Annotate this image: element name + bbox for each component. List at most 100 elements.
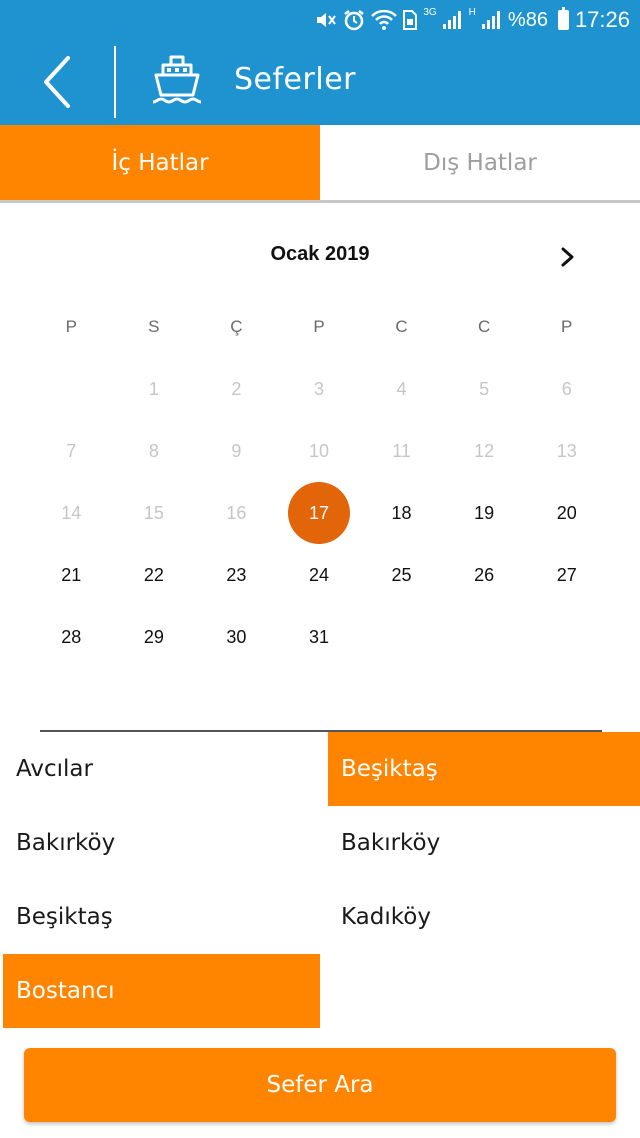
arrival-port-item[interactable]: Beşiktaş (328, 732, 640, 806)
alarm-icon (344, 10, 365, 31)
calendar-day: 1 (113, 358, 196, 420)
weekday-label: P (561, 317, 573, 336)
departure-port-item[interactable]: Avcılar (0, 732, 320, 806)
mute-icon (317, 13, 337, 27)
calendar-day: 15 (113, 482, 196, 544)
calendar-day: 7 (30, 420, 113, 482)
signal-icon (481, 11, 502, 29)
calendar-day-empty (360, 606, 443, 668)
status-icons: 3G H %86 17:26 (315, 7, 630, 33)
signal-icon (442, 11, 463, 29)
arrival-port-list: Beşiktaş Bakırköy Kadıköy (320, 732, 640, 954)
calendar-day[interactable]: 20 (525, 482, 608, 544)
departure-port-item[interactable]: Bostancı (3, 954, 320, 1028)
calendar-week-row: 1 2 3 4 5 6 (30, 358, 608, 420)
calendar-day-empty (525, 606, 608, 668)
calendar-day-number: 23 (226, 564, 247, 585)
calendar-day: 9 (195, 420, 278, 482)
calendar-day-number: 3 (313, 378, 324, 399)
calendar-day-empty (443, 606, 526, 668)
calendar-day-number: 29 (143, 626, 164, 647)
calendar-day-number: 16 (226, 502, 247, 523)
calendar-day: 2 (195, 358, 278, 420)
wifi-icon (371, 10, 398, 30)
weekday-label: P (65, 317, 77, 336)
calendar-day[interactable]: 29 (113, 606, 196, 668)
calendar-day[interactable]: 28 (30, 606, 113, 668)
calendar-day[interactable]: 23 (195, 544, 278, 606)
calendar-day-number: 11 (392, 440, 411, 461)
clock: 17:26 (574, 7, 630, 32)
calendar-day: 8 (113, 420, 196, 482)
tab-domestic[interactable]: İç Hatlar (0, 125, 320, 200)
calendar-day[interactable]: 25 (360, 544, 443, 606)
calendar-day-number: 26 (474, 564, 495, 585)
sim-icon (403, 10, 418, 30)
calendar-day-number: 2 (231, 378, 242, 399)
next-month-button[interactable] (556, 243, 580, 271)
ship-icon (152, 55, 202, 104)
calendar-day: 10 (278, 420, 361, 482)
calendar-day[interactable]: 21 (30, 544, 113, 606)
calendar-day[interactable]: 30 (195, 606, 278, 668)
departure-port-list: Avcılar Bakırköy Beşiktaş Bostancı (0, 732, 320, 1028)
chevron-right-icon (561, 247, 574, 267)
calendar-day: 12 (443, 420, 526, 482)
calendar-day-number: 13 (556, 440, 577, 461)
calendar-day: 14 (30, 482, 113, 544)
calendar-day-number: 21 (61, 564, 82, 585)
calendar-day-number: 12 (474, 440, 495, 461)
status-bar: 3G H %86 17:26 (0, 0, 640, 40)
calendar-day-number: 25 (391, 564, 412, 585)
calendar-day-number: 8 (148, 440, 159, 461)
calendar-day-number: 20 (556, 502, 577, 523)
arrival-port-item[interactable]: Bakırköy (320, 806, 640, 880)
departure-port-item[interactable]: Bakırköy (0, 806, 320, 880)
calendar-day-number: 28 (61, 626, 82, 647)
calendar-day-number: 4 (396, 378, 407, 399)
calendar: Ocak 2019 P S Ç P C C P 1 2 3 4 5 6 7 8 9 10 11 12 1… (0, 203, 640, 703)
calendar-day-number: 31 (308, 626, 329, 647)
calendar-day-number: 22 (143, 564, 164, 585)
route-tabs: İç Hatlar Dış Hatlar (0, 125, 640, 200)
calendar-day-number: 7 (66, 440, 77, 461)
calendar-day-number: 14 (61, 502, 82, 523)
tab-international[interactable]: Dış Hatlar (320, 125, 640, 200)
back-button[interactable] (30, 50, 90, 114)
calendar-day-number: 15 (143, 502, 164, 523)
battery-percent: %86 (507, 8, 548, 31)
calendar-day-number: 6 (561, 378, 572, 399)
weekday-label: C (477, 317, 491, 336)
calendar-week-row: 7 8 9 10 11 12 13 (30, 420, 608, 482)
calendar-day[interactable]: 19 (443, 482, 526, 544)
calendar-day[interactable]: 18 (360, 482, 443, 544)
calendar-day: 5 (443, 358, 526, 420)
departure-port-item[interactable]: Beşiktaş (0, 880, 320, 954)
page-title: Seferler (234, 62, 356, 97)
calendar-day-number: 10 (308, 440, 329, 461)
weekday-label: P (313, 317, 325, 336)
calendar-day-number: 9 (231, 440, 242, 461)
calendar-day[interactable]: 26 (443, 544, 526, 606)
calendar-day: 11 (360, 420, 443, 482)
calendar-day[interactable]: 22 (113, 544, 196, 606)
weekday-header: P S Ç P C C P (30, 317, 608, 337)
app-bar: Seferler (0, 40, 640, 125)
search-trips-button[interactable]: Sefer Ara (24, 1048, 616, 1122)
weekday-label: C (395, 317, 408, 336)
weekday-label: S (148, 317, 160, 336)
calendar-day-selected[interactable]: 17 (278, 482, 361, 544)
calendar-week-row: 21 22 23 24 25 26 27 (30, 544, 608, 606)
arrival-port-item[interactable]: Kadıköy (320, 880, 640, 954)
calendar-day-number: 24 (308, 564, 329, 585)
calendar-day: 4 (360, 358, 443, 420)
calendar-week-row: 14 15 16 17 18 19 20 (30, 482, 608, 544)
calendar-day[interactable]: 31 (278, 606, 361, 668)
calendar-day[interactable]: 24 (278, 544, 361, 606)
calendar-day-number: 30 (226, 626, 247, 647)
app-bar-divider (114, 46, 116, 118)
calendar-day-number: 18 (391, 502, 412, 523)
calendar-day-number: 19 (474, 502, 495, 523)
calendar-day-empty (30, 358, 113, 420)
calendar-day[interactable]: 27 (525, 544, 608, 606)
